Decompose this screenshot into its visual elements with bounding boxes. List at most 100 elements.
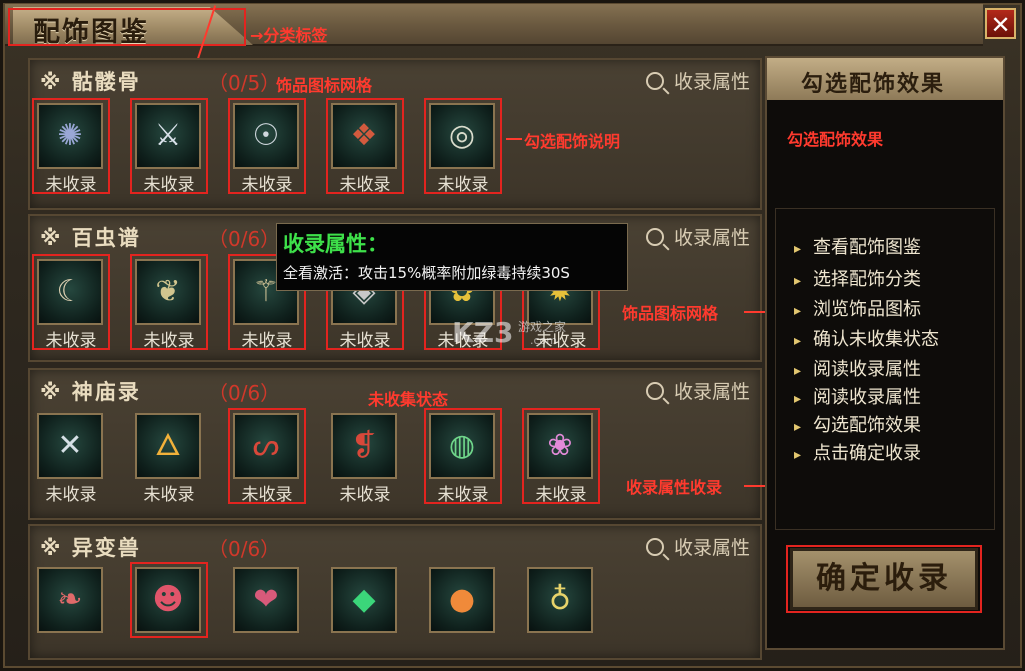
- annotation-box-slot: [130, 254, 208, 350]
- effect-header: 勾选配饰效果: [767, 58, 1003, 100]
- section-count: （0/6）: [208, 537, 281, 561]
- accessory-slot[interactable]: ✕ 未收录: [34, 410, 108, 505]
- uncollected-label: 未收录: [143, 485, 195, 505]
- annotation-attr-collect: 收录属性收录: [626, 478, 723, 497]
- accessory-slot[interactable]: ❡ 未收录: [328, 410, 402, 505]
- heart-bow-icon: ❤: [233, 567, 299, 633]
- uncollected-label: 未收录: [339, 485, 391, 505]
- collect-attr-button[interactable]: 收录属性: [645, 377, 750, 404]
- accessory-slot[interactable]: 🜂 未收录: [132, 410, 206, 505]
- accessory-slot[interactable]: ◎ 未收录: [424, 98, 502, 195]
- annotation-box-slot: [424, 408, 502, 504]
- annotation-box-slot: [522, 408, 600, 504]
- accessory-slot[interactable]: ❧: [34, 564, 108, 654]
- accessory-slot[interactable]: ●: [426, 564, 500, 654]
- attr-tooltip: 收录属性： 全看激活：攻击15%概率附加绿毒持续30S: [276, 223, 628, 291]
- annotation-box-slot: [326, 98, 404, 194]
- step-list: 查看配饰图鉴 选择配饰分类 浏览饰品图标 确认未收集状态 阅读收录属性 阅读收录…: [775, 208, 995, 530]
- magnifier-icon: [645, 538, 664, 556]
- tooltip-body: 全看激活：攻击15%概率附加绿毒持续30S: [283, 264, 570, 282]
- annotation-check-effect: 勾选配饰效果: [787, 130, 884, 149]
- collect-attr-label: 收录属性: [673, 71, 750, 93]
- annotation-check-desc: 勾选配饰说明: [524, 132, 621, 151]
- icon-glyph: ♁: [549, 582, 571, 617]
- magnifier-icon: [645, 72, 664, 90]
- collect-attr-label: 收录属性: [673, 537, 750, 559]
- section-count: （0/5）: [208, 71, 281, 95]
- gold-bell-icon: ♁: [527, 567, 593, 633]
- annotation-category-tab: →分类标签: [250, 26, 328, 45]
- accessory-slot[interactable]: ♁: [524, 564, 598, 654]
- magnifier-icon: [645, 382, 664, 400]
- accessory-slot[interactable]: ❖ 未收录: [326, 98, 404, 195]
- accessory-slot[interactable]: ◍ 未收录: [424, 408, 502, 505]
- icon-glyph: ❡: [351, 428, 377, 463]
- annotation-icon-grid-mid: 饰品图标网格: [622, 304, 719, 323]
- red-scroll-icon: ❡: [331, 413, 397, 479]
- section-title: ※ 异变兽: [40, 536, 141, 560]
- icon-glyph: ✕: [57, 428, 83, 463]
- annotation-box-slot: [228, 98, 306, 194]
- magnifier-icon: [645, 228, 664, 246]
- collect-attr-button[interactable]: 收录属性: [645, 67, 750, 94]
- accessory-slot[interactable]: ᔕ 未收录: [228, 408, 306, 505]
- step-item: 阅读收录属性: [794, 383, 921, 409]
- step-item: 选择配饰分类: [794, 265, 921, 291]
- section-title: ※ 神庙录: [40, 380, 141, 404]
- icon-glyph: 🜂: [154, 428, 182, 463]
- section-count: （0/6）: [208, 381, 281, 405]
- section-header: ※ 骷髅骨 （0/5） 收录属性: [30, 60, 760, 98]
- annotation-box-slot: [130, 562, 208, 638]
- accessory-slot[interactable]: ☻: [130, 562, 208, 654]
- section-title: ※ 骷髅骨: [40, 70, 141, 94]
- accessory-slot[interactable]: ⚔ 未收录: [130, 98, 208, 195]
- effect-header-label: 勾选配饰效果: [801, 72, 946, 97]
- annotation-box-slot: [228, 408, 306, 504]
- accessory-slot[interactable]: ❤: [230, 564, 304, 654]
- accessory-slot[interactable]: ☉ 未收录: [228, 98, 306, 195]
- annotation-uncollected-state: 未收集状态: [368, 390, 449, 409]
- accessory-slot[interactable]: ☾ 未收录: [32, 254, 110, 351]
- accessory-slot[interactable]: ❦ 未收录: [130, 254, 208, 351]
- accessory-slot[interactable]: ◆: [328, 564, 402, 654]
- step-item: 浏览饰品图标: [794, 295, 921, 321]
- step-item: 点击确定收录: [794, 439, 921, 465]
- step-item: 确认未收集状态: [794, 325, 939, 351]
- collect-attr-button[interactable]: 收录属性: [645, 533, 750, 560]
- crossed-blades-icon: ✕: [37, 413, 103, 479]
- accessory-slot[interactable]: ✺ 未收录: [32, 98, 110, 195]
- annotation-box-slot: [130, 98, 208, 194]
- section-title: ※ 百虫谱: [40, 226, 141, 250]
- annotation-box-slot: [32, 254, 110, 350]
- section-count: （0/6）: [208, 227, 281, 251]
- collect-attr-label: 收录属性: [673, 381, 750, 403]
- step-item: 勾选配饰效果: [794, 411, 921, 437]
- watermark-logo: KZ3: [452, 316, 514, 349]
- annotation-box-slot: [32, 98, 110, 194]
- watermark-domain: .com: [530, 334, 557, 347]
- icon-glyph: ❤: [253, 582, 279, 617]
- uncollected-label: 未收录: [45, 485, 97, 505]
- step-item: 查看配饰图鉴: [794, 233, 921, 259]
- game-window: 配饰图鉴 ✕ →分类标签 ※ 骷髅骨 （0/5） 收录属性 饰品图标网格 ※ 百…: [0, 0, 1025, 671]
- section-header: ※ 异变兽 （0/6） 收录属性: [30, 526, 760, 564]
- annotation-box-slot: [424, 98, 502, 194]
- tooltip-title: 收录属性：: [283, 232, 388, 256]
- annotation-box-confirm: [786, 545, 982, 613]
- green-gem-icon: ◆: [331, 567, 397, 633]
- step-item: 阅读收录属性: [794, 355, 921, 381]
- fire-orb-icon: ●: [429, 567, 495, 633]
- red-scroll-bundle-icon: ❧: [37, 567, 103, 633]
- flame-staff-icon: 🜂: [135, 413, 201, 479]
- annotation-arrow: [744, 311, 766, 313]
- annotation-icon-grid-top: 饰品图标网格: [276, 76, 373, 95]
- annotation-arrow: [506, 138, 522, 140]
- watermark-site: 游戏之家: [518, 320, 567, 334]
- accessory-slot[interactable]: ❀ 未收录: [522, 408, 600, 505]
- icon-glyph: ◆: [352, 582, 376, 617]
- icon-glyph: ❧: [57, 582, 83, 617]
- close-button[interactable]: ✕: [985, 8, 1016, 39]
- collect-attr-label: 收录属性: [673, 227, 750, 249]
- icon-glyph: ●: [448, 582, 476, 617]
- collect-attr-button[interactable]: 收录属性: [645, 223, 750, 250]
